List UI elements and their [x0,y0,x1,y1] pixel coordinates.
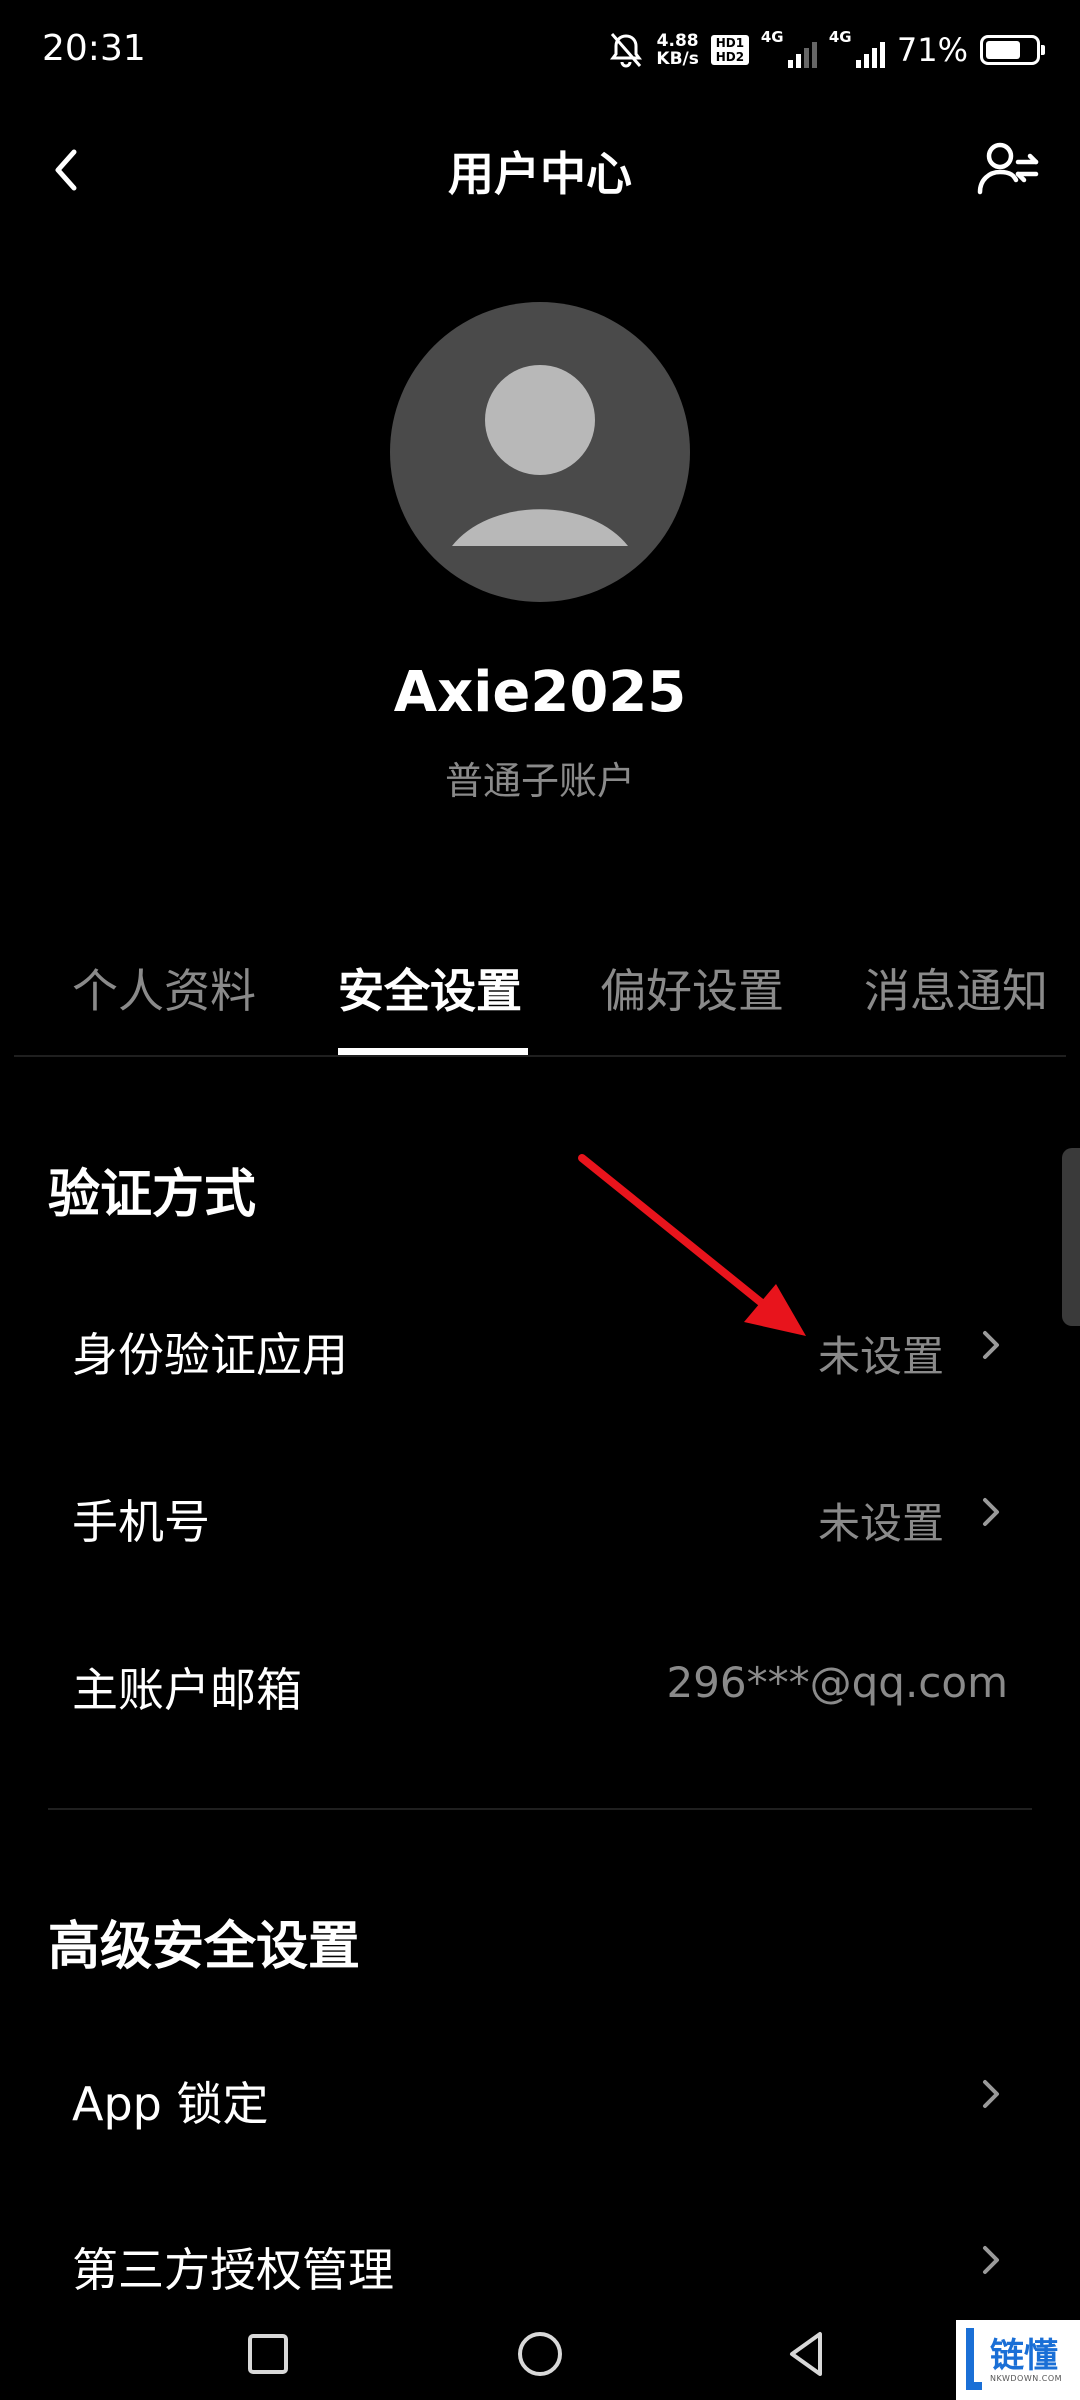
tab-security[interactable]: 安全设置 [338,955,522,1021]
hd-bottom: HD2 [715,50,745,64]
row-value: 296***@qq.com [666,1658,1008,1707]
chevron-right-icon [983,2080,999,2108]
watermark-l-icon [966,2328,982,2390]
triangle-back-icon[interactable] [778,2324,838,2384]
username: Axie2025 [393,660,687,725]
chevron-right-icon [983,2246,999,2274]
chevron-right-icon [983,1331,999,1359]
switch-user-icon [977,142,1039,195]
row-phone-number[interactable]: 手机号 未设置 [0,1452,1080,1572]
signal-2-icon: 4G [828,28,885,70]
network-type-2: 4G [828,28,852,46]
net-speed-unit: KB/s [656,49,699,69]
row-label: 第三方授权管理 [72,2243,394,2297]
square-recents-icon[interactable] [238,2324,298,2384]
scroll-handle[interactable] [1062,1148,1080,1326]
status-icons: 4.88 KB/s HD1 HD2 4G 4G 71% [608,22,1045,78]
row-value: 未设置 [817,1332,944,1381]
section-title-advanced-security: 高级安全设置 [48,1917,361,1977]
section-title-verification: 验证方式 [48,1165,257,1225]
avatar[interactable] [390,302,690,602]
navigation-bar [0,2300,1080,2400]
tab-preferences[interactable]: 偏好设置 [600,955,784,1021]
battery-percent: 71% [896,31,968,69]
section-divider [48,1808,1032,1810]
row-label: App 锁定 [72,2077,269,2131]
tab-notifications[interactable]: 消息通知 [864,955,1048,1021]
watermark-text: 链懂 [990,2336,1058,2376]
row-app-lock[interactable]: App 锁定 [0,2034,1080,2154]
hd-badge: HD1 HD2 [710,35,749,65]
row-value: 未设置 [817,1499,944,1548]
mute-bell-icon [610,33,643,68]
battery-level [986,41,1021,59]
top-bar: 用户中心 [0,110,1080,230]
battery-icon [980,35,1045,65]
network-type-1: 4G [760,28,784,46]
account-type: 普通子账户 [444,759,635,803]
watermark-sub: NKWDOWN.COM [990,2374,1063,2383]
tabs-divider [14,1055,1066,1057]
signal-1-icon: 4G [760,28,817,70]
row-label: 身份验证应用 [72,1328,348,1382]
page-title: 用户中心 [448,147,632,201]
active-tab-indicator [338,1048,528,1055]
watermark-logo: 链懂 NKWDOWN.COM [956,2320,1080,2400]
chevron-right-icon [983,1498,999,1526]
row-label: 主账户邮箱 [72,1663,302,1717]
hd-top: HD1 [715,36,745,50]
row-main-account-email: 主账户邮箱 296***@qq.com [0,1620,1080,1740]
default-avatar-icon [452,365,628,546]
tab-bar: 个人资料 安全设置 偏好设置 消息通知 [0,955,1080,1055]
net-speed-value: 4.88 [656,31,699,51]
tab-profile[interactable]: 个人资料 [72,955,256,1021]
row-label: 手机号 [72,1495,210,1549]
switch-user-button[interactable] [974,138,1044,202]
status-time: 20:31 [42,28,146,69]
circle-home-icon[interactable] [510,2324,570,2384]
red-arrow-annotation [578,1154,806,1336]
row-authenticator-app[interactable]: 身份验证应用 未设置 [0,1285,1080,1405]
status-bar: 20:31 4.88 KB/s HD1 HD2 4G 4G 71% [0,0,1080,100]
network-speed: 4.88 KB/s [656,32,698,68]
